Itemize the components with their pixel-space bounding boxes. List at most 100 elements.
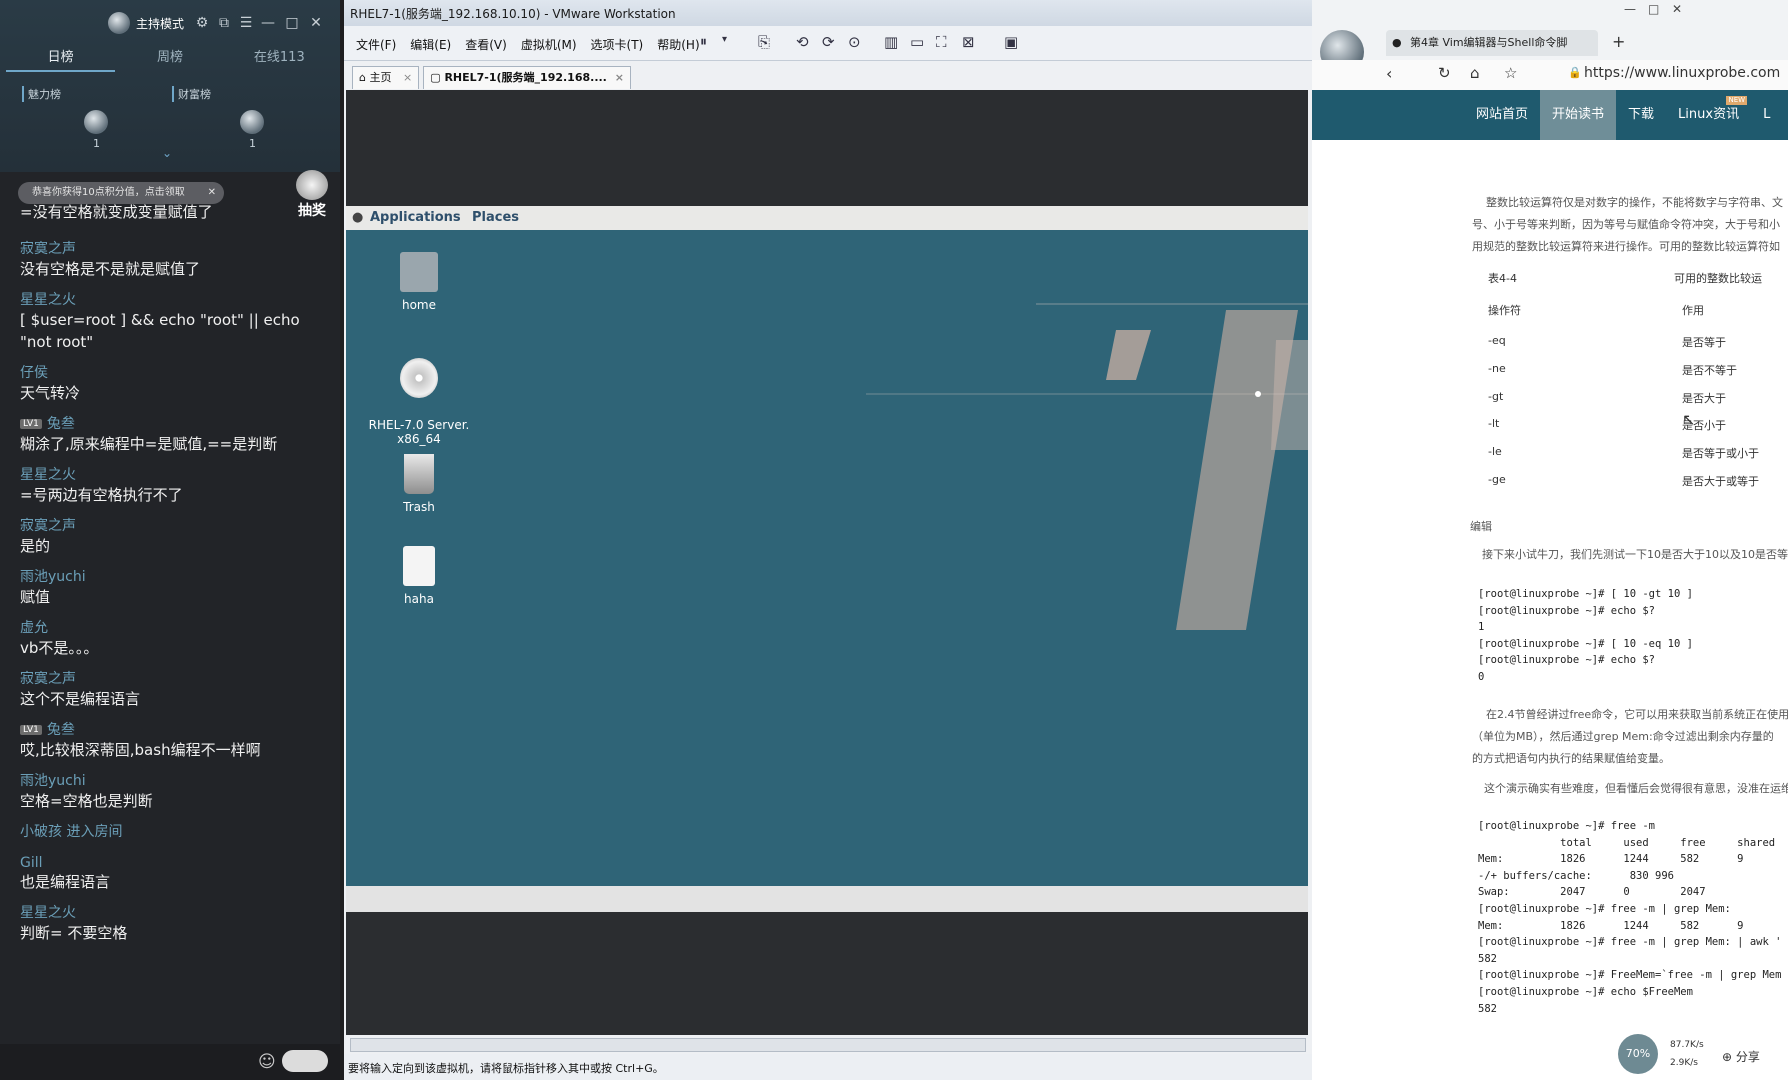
browser-toolbar: ‹ ↻ ⌂ ☆ 🔒 https://www.linuxprobe.com (1312, 60, 1788, 90)
manage-snapshots-icon[interactable]: ⊙ (848, 33, 861, 51)
bookmark-star-icon[interactable]: ☆ (1504, 64, 1517, 82)
gnome-foot-icon: ● (352, 210, 364, 225)
chat-username[interactable]: 星星之火 (20, 289, 316, 309)
chat-username[interactable]: 小破孩 进入房间 (20, 821, 316, 841)
chat-username[interactable]: Gill (20, 855, 316, 871)
chat-username[interactable]: 星星之火 (20, 464, 316, 484)
lottery-icon (296, 170, 328, 200)
table-caption-title: 可用的整数比较运 (1674, 272, 1762, 285)
new-tab-icon[interactable]: + (1612, 32, 1625, 51)
operator-cell: -ne (1488, 361, 1506, 375)
chat-username[interactable]: LV1 兔叁 (20, 719, 316, 739)
horizontal-scrollbar[interactable] (350, 1038, 1306, 1052)
desktop-icon-home[interactable]: home (364, 252, 474, 312)
tab-daily[interactable]: 日榜 (6, 44, 116, 72)
gnome-desktop[interactable]: home RHEL-7.0 Server. x86_64 Trash haha (346, 230, 1308, 886)
chat-username[interactable]: 雨池yuchi (20, 566, 316, 586)
chat-username[interactable]: 寂寞之声 (20, 668, 316, 688)
settings-icon[interactable]: ⚙ (194, 15, 210, 31)
snapshot-icon[interactable]: ⟲ (796, 33, 809, 51)
reload-icon[interactable]: ↻ (1438, 64, 1451, 82)
chat-username[interactable]: 仔侯 (20, 362, 316, 382)
menu-file[interactable]: 文件(F) (356, 36, 396, 53)
chat-message-text: 哎,比较根深蒂固,bash编程不一样啊 (20, 741, 261, 759)
places-menu[interactable]: Places (472, 210, 519, 225)
chat-username[interactable]: 雨池yuchi (20, 770, 316, 790)
browser-close-icon[interactable]: ✕ (1672, 2, 1682, 16)
chat-username[interactable]: 星星之火 (20, 902, 316, 922)
net-up-speed: 87.7K/s (1670, 1040, 1704, 1050)
restore-snapshot-icon[interactable]: ⟳ (822, 33, 835, 51)
tab-home[interactable]: ⌂ 主页 × (352, 66, 420, 89)
browser-tab[interactable]: ● 第4章 Vim编辑器与Shell命令脚 (1386, 30, 1598, 56)
applications-menu[interactable]: Applications (370, 210, 461, 225)
address-bar[interactable]: https://www.linuxprobe.com (1584, 65, 1780, 81)
home-icon[interactable]: ⌂ (1470, 64, 1480, 82)
unity-icon[interactable]: ⊠ (962, 33, 975, 51)
nav-linux-news[interactable]: Linux资讯 NEW (1666, 90, 1751, 140)
pause-dropdown-icon[interactable]: ▾ (722, 34, 727, 45)
tab-online[interactable]: 在线113 (225, 44, 334, 72)
emoji-icon[interactable]: ☺ (258, 1052, 276, 1072)
menu-tabs[interactable]: 选项卡(T) (591, 36, 644, 53)
table-row: -le 是否等于或小于 (1474, 443, 1788, 471)
chat-username[interactable]: 寂寞之声 (20, 515, 316, 535)
chat-username-text: 星星之火 (20, 905, 76, 921)
fullscreen-icon[interactable]: ⛶ (936, 33, 947, 51)
wealth-top-avatar[interactable] (240, 110, 264, 134)
send-ctrl-alt-del-icon[interactable]: ⎘ (758, 33, 770, 51)
menu-view[interactable]: 查看(V) (465, 36, 507, 53)
desktop-icon-trash[interactable]: Trash (364, 454, 474, 514)
back-icon[interactable]: ‹ (1386, 64, 1392, 83)
menu-edit[interactable]: 编辑(E) (410, 36, 451, 53)
chat-username-text: 寂寞之声 (20, 671, 76, 687)
menu-vm[interactable]: 虚拟机(M) (521, 36, 577, 53)
desktop-icon-label: haha (404, 592, 434, 606)
pause-icon[interactable]: ⏸ (700, 34, 707, 50)
popout-icon[interactable]: ⧉ (216, 15, 232, 31)
tab-close-icon[interactable]: × (403, 71, 412, 84)
chat-username-text: 虚允 (20, 620, 48, 636)
tab-close-icon[interactable]: × (615, 71, 624, 84)
table-row: -eq 是否等于 (1474, 332, 1788, 360)
charm-top-avatar[interactable] (84, 110, 108, 134)
chat-username[interactable]: 虚允 (20, 617, 316, 637)
menu-icon[interactable]: ☰ (238, 15, 254, 31)
chat-username[interactable]: 寂寞之声 (20, 238, 316, 258)
maximize-icon[interactable]: □ (284, 15, 300, 31)
nav-more[interactable]: L (1751, 90, 1782, 140)
minimize-icon[interactable]: — (260, 15, 276, 31)
library-icon[interactable]: ▥ (884, 33, 898, 51)
lottery-button[interactable]: 抽奖 (292, 170, 332, 219)
nav-home[interactable]: 网站首页 (1464, 90, 1540, 140)
send-button[interactable] (282, 1050, 328, 1072)
lock-icon: 🔒 (1568, 66, 1582, 79)
console-view-icon[interactable]: ▭ (910, 33, 924, 51)
chat-username[interactable]: LV1 兔叁 (20, 413, 316, 433)
edit-link[interactable]: 编辑 (1470, 518, 1492, 534)
vm-console[interactable]: ● Applications Places home RHEL-7.0 Serv… (346, 90, 1308, 1035)
tab-favicon-icon: ● (1392, 36, 1402, 49)
gnome-top-bar: ● Applications Places (346, 206, 1308, 230)
browser-maximize-icon[interactable]: □ (1648, 2, 1659, 16)
host-avatar[interactable] (108, 12, 130, 34)
net-down-speed: 2.9K/s (1670, 1058, 1698, 1068)
close-icon[interactable]: ✕ (308, 15, 324, 31)
expand-chevron-icon[interactable]: ⌄ (162, 146, 172, 160)
desktop-icon-haha[interactable]: haha (364, 546, 474, 606)
host-mode-label: 主持模式 (136, 17, 185, 31)
gnome-bottom-bar (346, 886, 1308, 912)
chat-message-text: 这个不是编程语言 (20, 690, 141, 708)
disc-icon (400, 358, 438, 398)
menu-help[interactable]: 帮助(H) (657, 36, 699, 53)
level-badge: LV1 (20, 419, 42, 429)
tab-vm[interactable]: ▢ RHEL7-1(服务端_192.168.... × (423, 66, 631, 89)
stretch-icon[interactable]: ▣ (1004, 33, 1018, 51)
nav-read[interactable]: 开始读书 (1540, 90, 1617, 140)
nav-download[interactable]: 下载 (1616, 90, 1666, 140)
article-paragraph: 接下来小试牛刀，我们先测试一下10是否大于10以及10是否等 (1482, 548, 1788, 561)
desktop-icon-dvd[interactable]: RHEL-7.0 Server. x86_64 (364, 344, 474, 460)
browser-minimize-icon[interactable]: — (1624, 2, 1636, 16)
tab-weekly[interactable]: 周榜 (115, 44, 224, 72)
share-button[interactable]: ⊕ 分享 (1722, 1048, 1760, 1065)
